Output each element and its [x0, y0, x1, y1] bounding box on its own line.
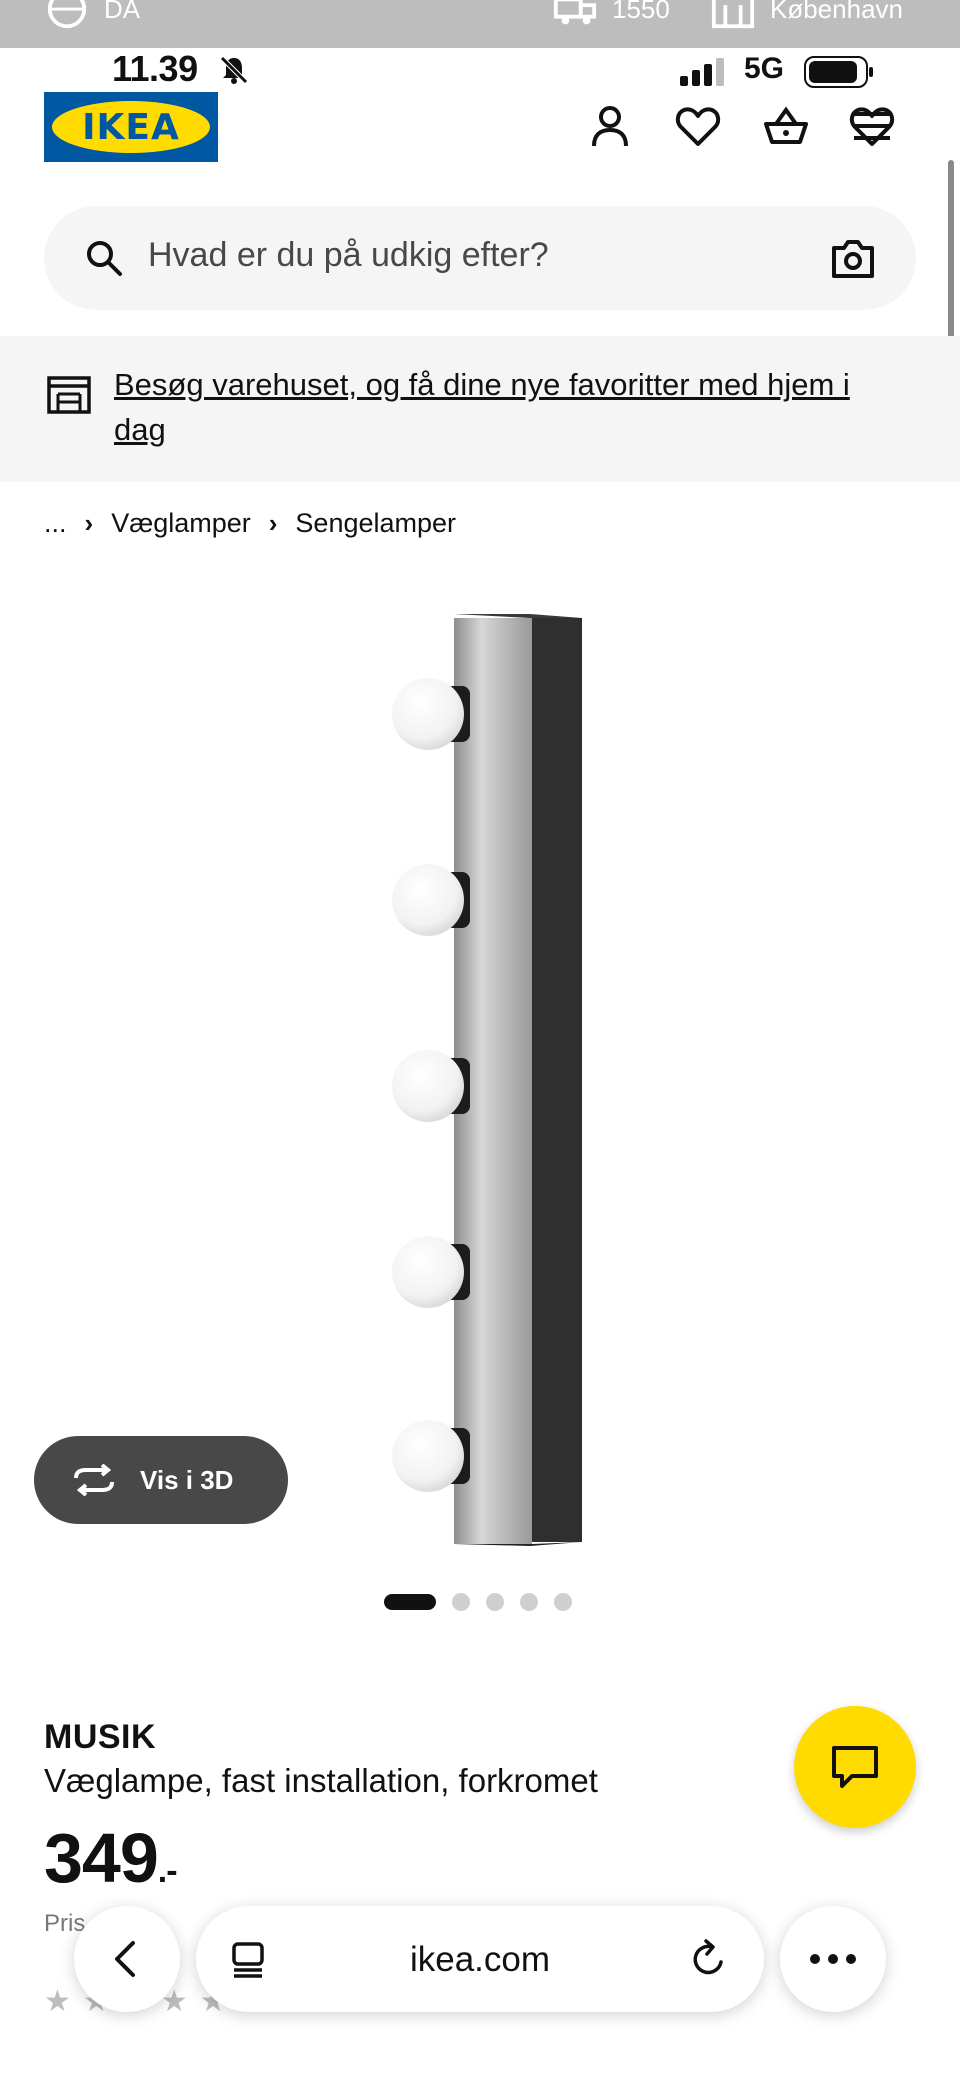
signal-icon — [680, 58, 724, 86]
chat-bubble-icon — [832, 1746, 878, 1788]
product-description: Væglampe, fast installation, forkromet — [44, 1762, 598, 1799]
price-value: 349 — [44, 1819, 159, 1897]
ikea-logo[interactable]: IKEA — [44, 92, 218, 162]
breadcrumb-item-vaeglamper[interactable]: Væglamper — [111, 508, 251, 539]
breadcrumb-item-sengelamper[interactable]: Sengelamper — [295, 508, 456, 539]
language-selector[interactable]: DA — [44, 0, 140, 32]
status-time: 11.39 — [112, 48, 198, 89]
reload-icon[interactable] — [688, 1938, 728, 1980]
battery-icon — [804, 56, 873, 88]
chevron-left-icon — [115, 1941, 135, 1977]
basket-button[interactable] — [762, 102, 810, 150]
truck-icon — [553, 0, 597, 25]
postal-code-label: 1550 — [612, 0, 670, 24]
language-label: DA — [104, 0, 141, 24]
view-in-3d-button[interactable]: Vis i 3D — [34, 1436, 288, 1524]
scroll-indicator[interactable] — [948, 160, 954, 364]
postal-code-selector[interactable]: 1550 — [552, 0, 670, 32]
search-placeholder[interactable]: Hvad er du på udkig efter? — [148, 236, 549, 275]
product-image[interactable] — [390, 610, 590, 1550]
favorites-button[interactable] — [674, 102, 722, 150]
add-to-favorites-icon[interactable] — [848, 102, 896, 150]
carousel-dot-1[interactable] — [384, 1594, 436, 1610]
carousel-dot-2[interactable] — [452, 1593, 470, 1611]
breadcrumb-more[interactable]: ... — [44, 508, 67, 539]
network-label: 5G — [744, 52, 785, 85]
more-dots-icon — [810, 1954, 856, 1964]
basket-icon — [764, 106, 808, 144]
chat-button[interactable] — [794, 1706, 916, 1828]
browser-more-button[interactable] — [780, 1906, 886, 2012]
rotate-3d-icon — [74, 1464, 114, 1496]
carousel-dot-3[interactable] — [486, 1593, 504, 1611]
store-visit-banner[interactable]: Besøg varehuset, og få dine nye favoritt… — [0, 336, 960, 482]
store-icon — [711, 0, 755, 29]
search-field[interactable]: Hvad er du på udkig efter? — [44, 206, 916, 310]
breadcrumb: ... › Væglamper › Sengelamper — [44, 508, 456, 539]
carousel-dot-4[interactable] — [520, 1593, 538, 1611]
globe-icon — [47, 0, 87, 29]
site-header: IKEA — [0, 92, 960, 182]
store-icon — [47, 376, 91, 414]
profile-button[interactable] — [586, 102, 634, 150]
product-name[interactable]: MUSIK — [44, 1718, 156, 1757]
product-price: 349.- — [44, 1818, 178, 1898]
bell-muted-icon — [220, 56, 248, 84]
logo-oval: IKEA — [52, 101, 210, 153]
star-icon: ★ — [44, 1985, 71, 2018]
camera-icon[interactable] — [830, 236, 876, 280]
carousel-dot-5[interactable] — [554, 1593, 572, 1611]
logo-text: IKEA — [82, 106, 180, 148]
browser-address-bar[interactable]: ikea.com — [196, 1906, 764, 2012]
heart-icon — [675, 107, 721, 146]
price-suffix: .- — [157, 1852, 178, 1890]
status-bar: 11.39 5G — [0, 48, 960, 94]
view-in-3d-label: Vis i 3D — [140, 1464, 234, 1495]
store-selector[interactable]: København — [710, 0, 903, 32]
top-utility-strip: DA 1550 København — [0, 0, 960, 48]
browser-back-button[interactable] — [74, 1906, 180, 2012]
browser-url[interactable]: ikea.com — [196, 1940, 764, 1980]
chevron-right-icon: › — [84, 508, 94, 538]
search-icon — [87, 241, 122, 276]
carousel-indicator — [384, 1593, 572, 1611]
chevron-right-icon: › — [268, 508, 278, 538]
profile-icon — [592, 106, 628, 147]
store-label: København — [770, 0, 903, 24]
store-visit-link[interactable]: Besøg varehuset, og få dine nye favoritt… — [114, 362, 904, 452]
